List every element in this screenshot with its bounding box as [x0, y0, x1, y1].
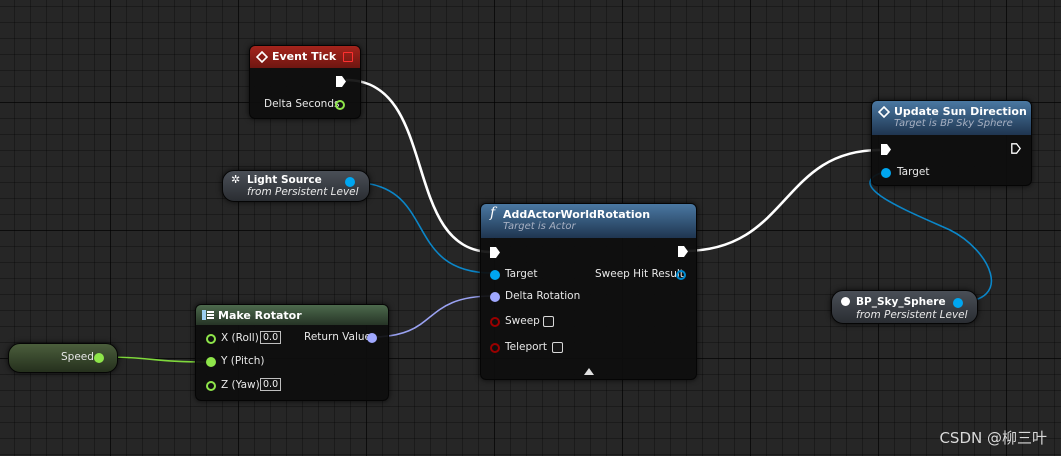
z-yaw-pin[interactable]: [206, 381, 216, 391]
delta-seconds-pin[interactable]: [335, 100, 345, 110]
return-value-label: Return Value: [304, 331, 372, 343]
teleport-label: Teleport: [505, 341, 547, 353]
make-rotator-title: Make Rotator: [218, 309, 302, 322]
light-source-subtitle: from Persistent Level: [247, 186, 359, 198]
rotator-wire: [371, 295, 494, 338]
sweep-hit-result-label: Sweep Hit Result: [595, 268, 684, 280]
update-sun-exec-out-pin[interactable]: [1011, 143, 1021, 154]
return-value-pin[interactable]: [367, 333, 377, 343]
light-source-title: Light Source: [247, 174, 322, 186]
update-sun-subtitle: Target is BP Sky Sphere: [894, 118, 1013, 129]
event-tick-exec-out-pin[interactable]: [336, 76, 346, 87]
light-source-icon: ✲: [231, 173, 241, 186]
add-rotation-exec-out-pin[interactable]: [678, 246, 688, 257]
light-source-output-pin[interactable]: [345, 177, 355, 187]
add-rotation-target-pin[interactable]: [490, 270, 500, 280]
z-yaw-value-field[interactable]: 0.0: [260, 378, 282, 391]
event-diamond-icon: [878, 106, 890, 118]
event-tick-node[interactable]: Event Tick Delta Seconds: [249, 45, 361, 119]
x-roll-label: X (Roll): [221, 332, 259, 344]
delta-seconds-label: Delta Seconds: [264, 98, 340, 110]
delegate-pin-icon[interactable]: [343, 52, 353, 62]
sky-sphere-output-pin[interactable]: [953, 298, 963, 308]
x-roll-pin[interactable]: [206, 334, 216, 344]
add-rotation-subtitle: Target is Actor: [503, 221, 576, 232]
speed-output-pin[interactable]: [94, 353, 104, 363]
function-icon: f: [490, 205, 496, 221]
bp-sky-sphere-node[interactable]: BP_Sky_Sphere from Persistent Level: [831, 290, 978, 324]
event-diamond-icon: [256, 51, 268, 63]
sweep-pin[interactable]: [490, 317, 500, 327]
speed-title: Speed: [61, 351, 94, 363]
teleport-pin[interactable]: [490, 343, 500, 353]
light-source-node[interactable]: ✲ Light Source from Persistent Level: [222, 170, 370, 202]
event-tick-header: Event Tick: [250, 46, 360, 68]
teleport-checkbox[interactable]: [552, 342, 563, 353]
add-actor-world-rotation-node[interactable]: f AddActorWorldRotation Target is Actor …: [480, 203, 697, 380]
y-pitch-pin[interactable]: [206, 357, 216, 367]
sky-sphere-icon: [841, 297, 850, 306]
exec-wire-rotation-to-sun: [683, 148, 881, 253]
sweep-hit-result-pin[interactable]: [676, 270, 686, 280]
update-sun-target-label: Target: [897, 166, 930, 178]
make-rotator-node[interactable]: Make Rotator X (Roll) 0.0 Y (Pitch) Z (Y…: [195, 304, 389, 401]
sky-sphere-subtitle: from Persistent Level: [856, 309, 968, 321]
object-wire-sky-to-target: [869, 171, 992, 303]
delta-rotation-label: Delta Rotation: [505, 290, 581, 302]
make-rotator-header: Make Rotator: [196, 305, 388, 325]
sky-sphere-title: BP_Sky_Sphere: [856, 296, 946, 308]
sweep-checkbox[interactable]: [543, 316, 554, 327]
add-rotation-target-label: Target: [505, 268, 538, 280]
update-sun-title: Update Sun Direction: [894, 105, 1027, 118]
speed-variable-node[interactable]: Speed: [8, 343, 118, 373]
add-rotation-exec-in-pin[interactable]: [490, 247, 500, 258]
y-pitch-label: Y (Pitch): [221, 355, 265, 367]
add-rotation-title: AddActorWorldRotation: [503, 208, 651, 221]
object-wire-light-to-target: [349, 181, 494, 274]
watermark: CSDN @柳三叶: [939, 429, 1047, 447]
expand-arrow-icon[interactable]: [584, 368, 594, 375]
add-rotation-header: f AddActorWorldRotation Target is Actor: [481, 204, 696, 238]
z-yaw-label: Z (Yaw): [221, 379, 260, 391]
update-sun-exec-in-pin[interactable]: [881, 144, 891, 155]
delta-rotation-pin[interactable]: [490, 292, 500, 302]
update-sun-header: Update Sun Direction Target is BP Sky Sp…: [872, 101, 1031, 135]
sweep-label: Sweep: [505, 315, 540, 327]
update-sun-direction-node[interactable]: Update Sun Direction Target is BP Sky Sp…: [871, 100, 1032, 186]
struct-icon: [202, 310, 214, 320]
update-sun-target-pin[interactable]: [881, 168, 891, 178]
x-roll-value-field[interactable]: 0.0: [260, 331, 282, 344]
